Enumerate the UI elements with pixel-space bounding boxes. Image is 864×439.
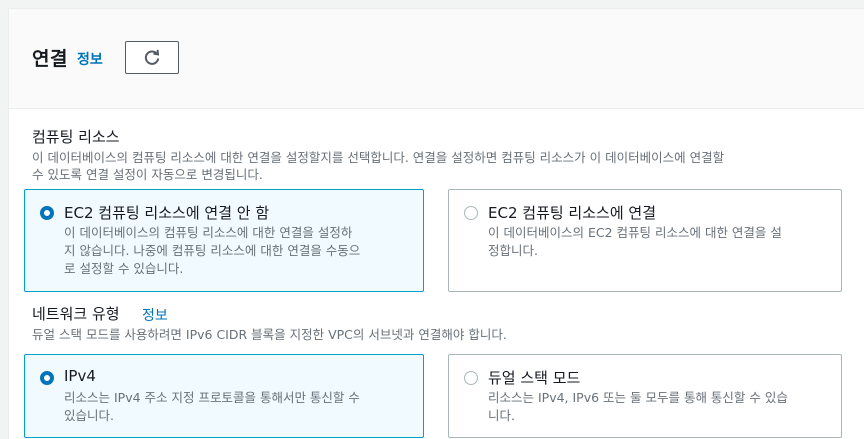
option-description-line: 이 데이터베이스의 컴퓨팅 리소스에 대한 연결을 설정하: [64, 225, 353, 240]
network-type-description: 듀얼 스택 모드를 사용하려면 IPv6 CIDR 블록을 지정한 VPC의 서…: [32, 327, 507, 342]
option-description-line: 이 데이터베이스의 EC2 컴퓨팅 리소스에 대한 연결을 설: [488, 225, 782, 240]
option-description: 이 데이터베이스의 컴퓨팅 리소스에 대한 연결을 설정하 지 않습니다. 나중…: [64, 224, 360, 278]
radio-unselected[interactable]: [464, 206, 478, 220]
option-title: EC2 컴퓨팅 리소스에 연결 안 함: [64, 204, 270, 222]
compute-resource-description-1: 이 데이터베이스의 컴퓨팅 리소스에 대한 연결을 설정할지를 선택합니다. 연…: [32, 150, 725, 165]
option-title: IPv4: [64, 367, 96, 385]
option-no-ec2-connect[interactable]: EC2 컴퓨팅 리소스에 연결 안 함 이 데이터베이스의 컴퓨팅 리소스에 대…: [24, 189, 424, 292]
panel-title: 연결: [32, 48, 68, 70]
option-dual-stack[interactable]: 듀얼 스택 모드 리소스는 IPv4, IPv6 또는 둘 모두를 통해 통신할…: [448, 354, 842, 438]
option-description-line: 리소스는 IPv4, IPv6 또는 둘 모두를 통해 통신할 수 있습: [488, 390, 788, 405]
option-description: 리소스는 IPv4, IPv6 또는 둘 모두를 통해 통신할 수 있습 니다.: [488, 389, 788, 425]
connectivity-panel: 연결 정보 컴퓨팅 리소스 이 데이터베이스의 컴퓨팅 리소스에 대한 연결을 …: [8, 8, 864, 439]
network-info-link[interactable]: 정보: [142, 305, 168, 325]
option-description: 이 데이터베이스의 EC2 컴퓨팅 리소스에 대한 연결을 설 정합니다.: [488, 224, 782, 260]
option-description-line: 로 설정할 수 있습니다.: [64, 261, 184, 276]
option-description-line: 있습니다.: [64, 408, 114, 423]
radio-selected[interactable]: [40, 206, 54, 220]
option-description: 리소스는 IPv4 주소 지정 프로토콜을 통해서만 통신할 수 있습니다.: [64, 389, 360, 425]
option-title: 듀얼 스택 모드: [488, 369, 581, 387]
refresh-button[interactable]: [125, 41, 179, 74]
option-description-line: 니다.: [488, 408, 515, 423]
option-title: EC2 컴퓨팅 리소스에 연결: [488, 204, 656, 222]
option-ec2-connect[interactable]: EC2 컴퓨팅 리소스에 연결 이 데이터베이스의 EC2 컴퓨팅 리소스에 대…: [448, 189, 842, 292]
radio-selected[interactable]: [40, 371, 54, 385]
info-link[interactable]: 정보: [77, 49, 103, 69]
compute-resource-description-2: 수 있도록 연결 설정이 자동으로 변경됩니다.: [32, 167, 263, 182]
option-description-line: 정합니다.: [488, 243, 538, 258]
compute-resource-label: 컴퓨팅 리소스: [32, 128, 120, 146]
option-ipv4[interactable]: IPv4 리소스는 IPv4 주소 지정 프로토콜을 통해서만 통신할 수 있습…: [24, 354, 424, 438]
refresh-icon: [144, 49, 160, 65]
option-description-line: 리소스는 IPv4 주소 지정 프로토콜을 통해서만 통신할 수: [64, 390, 360, 405]
radio-unselected[interactable]: [464, 371, 478, 385]
network-type-label: 네트워크 유형: [32, 305, 120, 323]
option-description-line: 지 않습니다. 나중에 컴퓨팅 리소스에 대한 연결을 수동으: [64, 243, 361, 258]
panel-header: 연결 정보: [9, 9, 864, 109]
